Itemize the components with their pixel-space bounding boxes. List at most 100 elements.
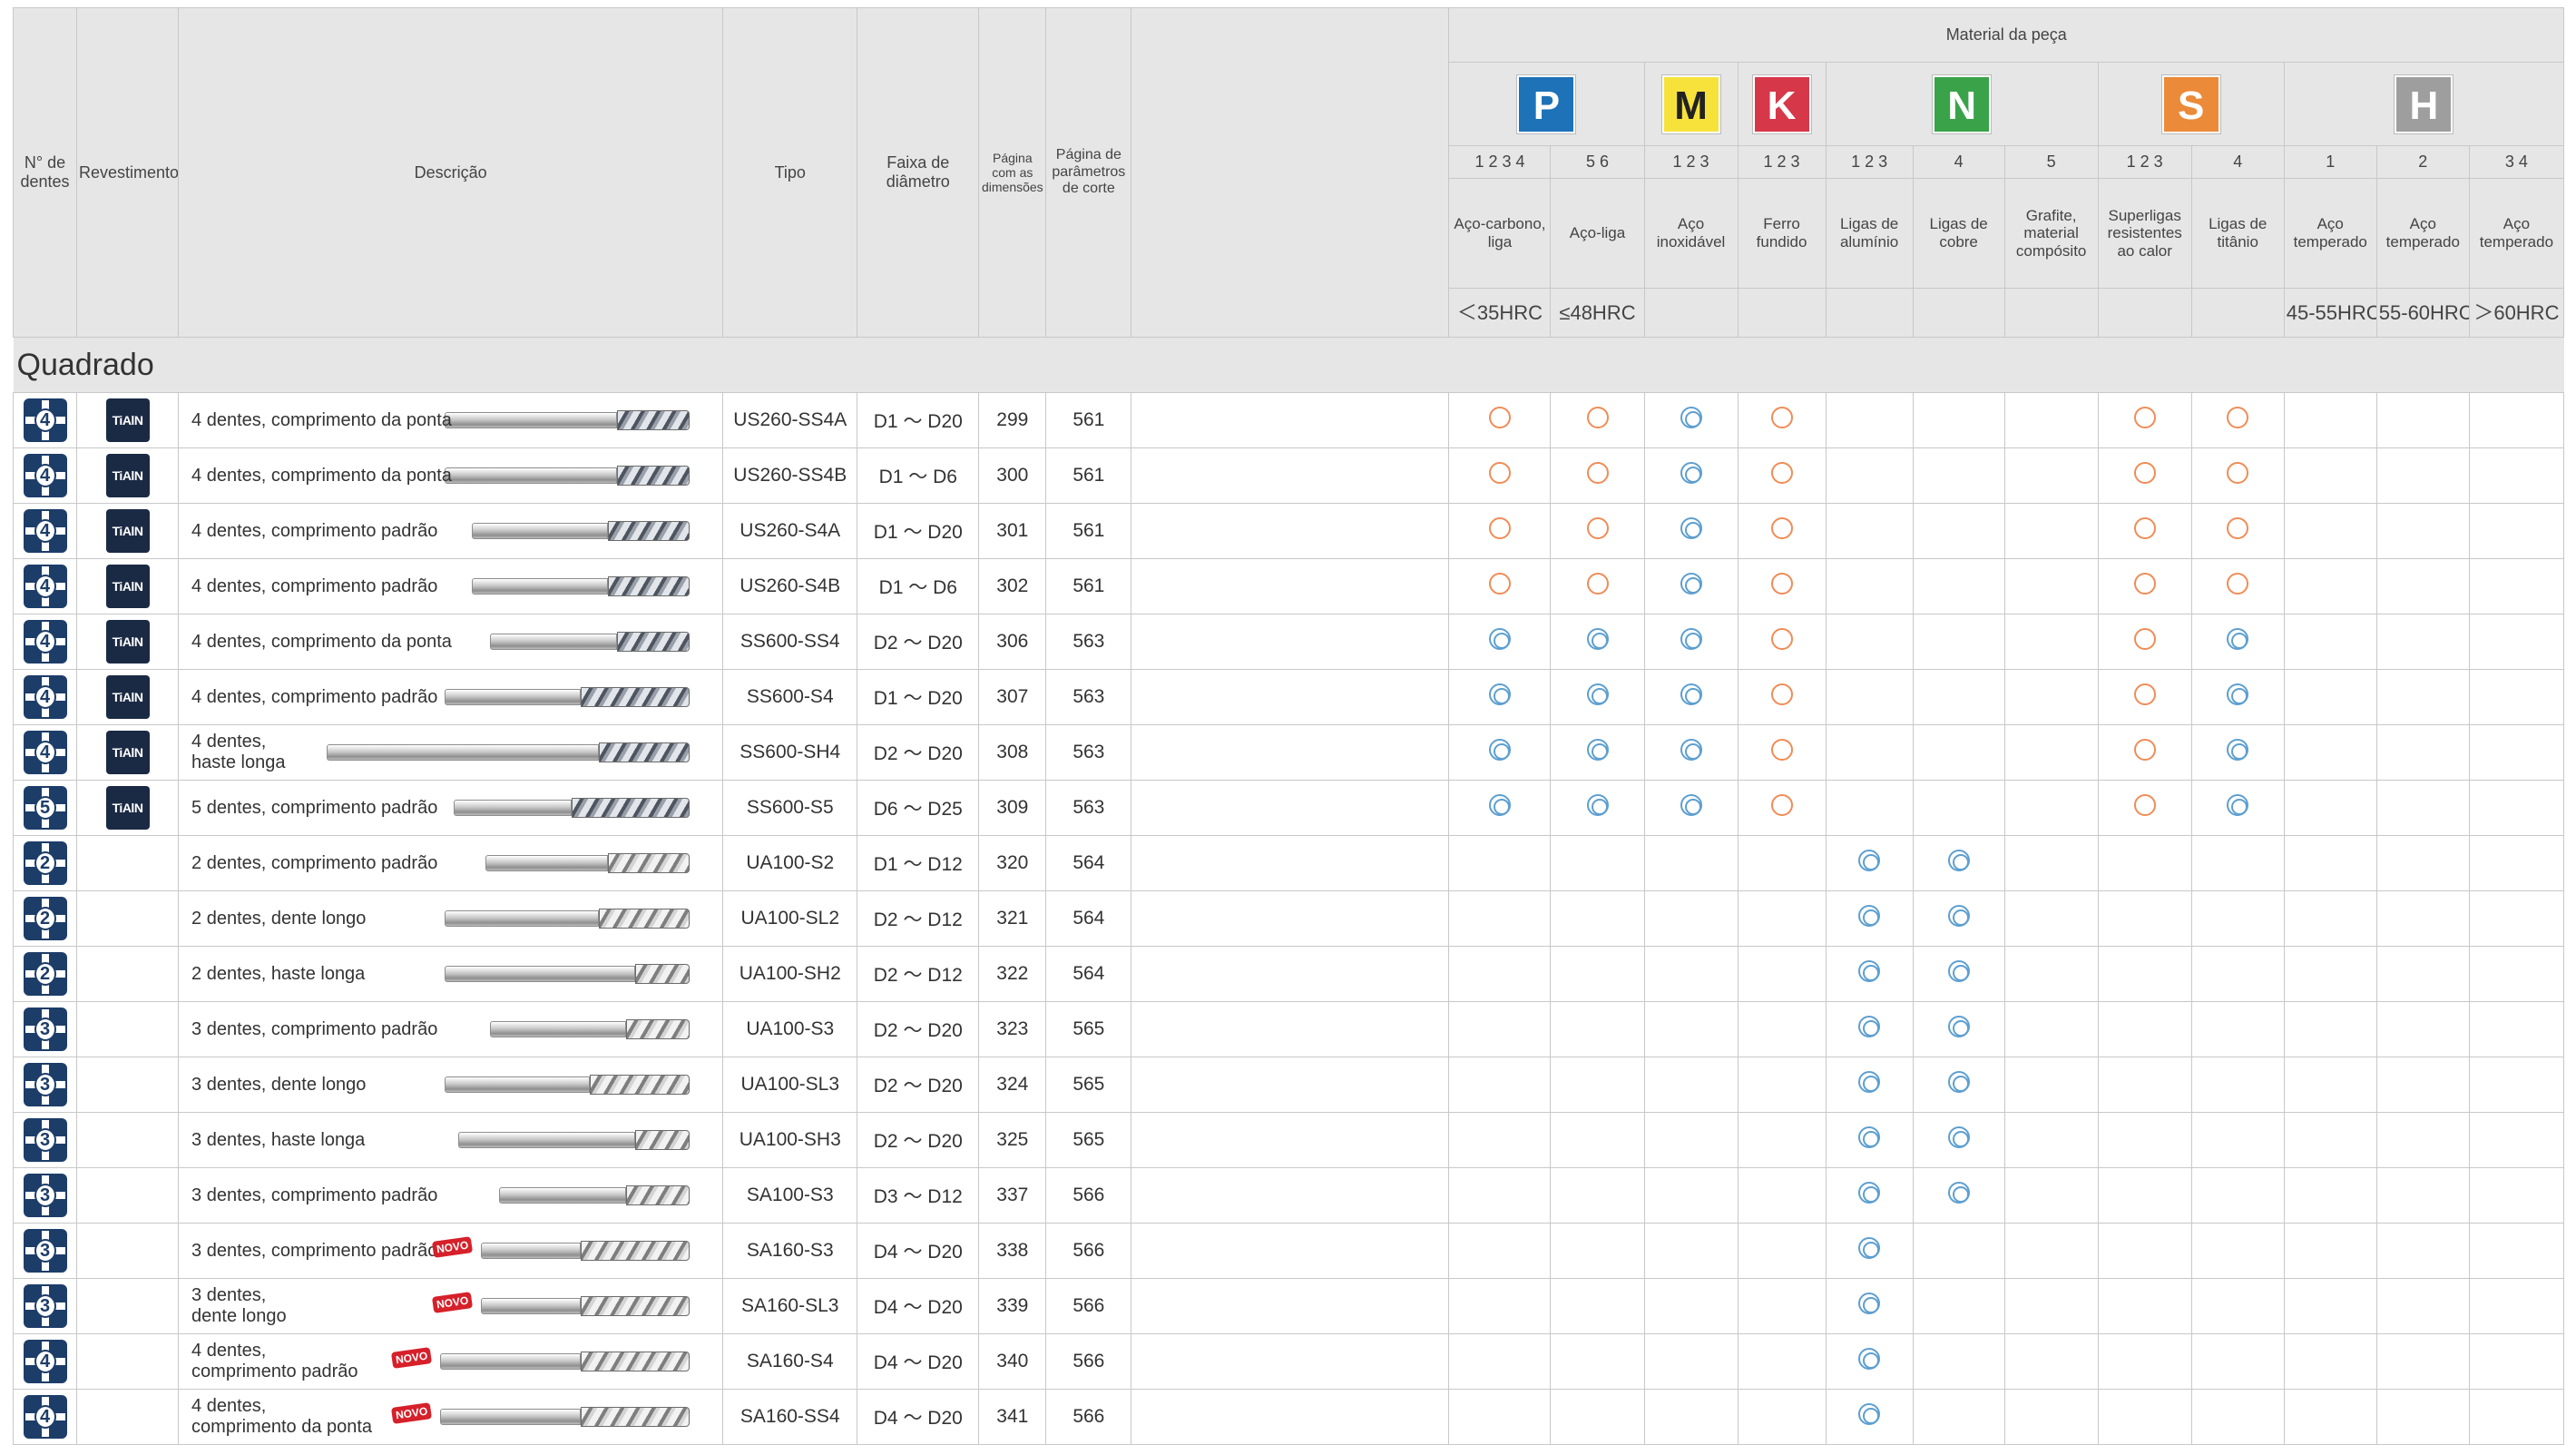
suitability-cell	[2097, 1389, 2192, 1445]
blank-cell	[1131, 1001, 1450, 1057]
teeth-count-icon: 2	[23, 841, 67, 885]
double-circle-icon	[2227, 794, 2249, 816]
table-row: 33 dentes, comprimento padrão NOVO SA160-S…	[12, 1223, 2565, 1279]
suitability-cell	[2097, 780, 2192, 836]
coating-cell	[76, 835, 180, 891]
subgroup-number: 5 6	[1550, 145, 1645, 179]
type-cell: UA100-SL2	[722, 890, 858, 947]
hardness-value	[1737, 288, 1827, 338]
suitability-cell	[1643, 946, 1739, 1002]
suitability-cell	[2097, 503, 2192, 559]
blank-cell	[1131, 1278, 1450, 1334]
iso-badge-m: M	[1661, 74, 1720, 133]
page-dimensions-cell: 301	[978, 503, 1047, 559]
suitability-cell	[1643, 780, 1739, 836]
tool-flute	[581, 1296, 691, 1316]
teeth-cell: 2	[12, 835, 78, 891]
double-circle-icon	[1858, 960, 1881, 982]
hardness-value: ＜35HRC	[1448, 288, 1552, 338]
description-cell: 3 dentes, comprimento padrão NOVO	[178, 1223, 724, 1279]
type-cell: UA100-SH3	[722, 1112, 858, 1168]
page-dimensions-cell: 338	[978, 1223, 1047, 1279]
teeth-count: 2	[34, 962, 56, 986]
description-content: 4 dentes, comprimento da ponta	[191, 449, 722, 502]
suitability-cell	[1643, 503, 1739, 559]
suitability-cell	[1643, 669, 1739, 725]
tool-shank	[440, 1409, 582, 1425]
description-text: 4 dentes, comprimento padrão	[191, 520, 438, 541]
suitability-cell	[1825, 614, 1914, 670]
suitability-cell	[2190, 1057, 2285, 1113]
suitability-cell	[1550, 1389, 1645, 1445]
tialn-badge: TiAlN	[105, 509, 150, 553]
double-circle-icon	[1947, 960, 1970, 982]
suitability-cell	[1550, 1057, 1645, 1113]
end-mill-image	[440, 1405, 691, 1429]
suitability-cell	[2003, 447, 2099, 504]
material-name: Aço inoxidável	[1643, 178, 1739, 289]
subgroup-number: 1 2 3	[1643, 145, 1739, 179]
diameter-range-cell: D3 ～ D12	[857, 1167, 980, 1224]
table-row: 4 4 dentes, comprimento padrão NOVO SA160-S…	[12, 1333, 2565, 1390]
header-type: Tipo	[722, 7, 858, 338]
page-cutting-cell: 566	[1045, 1333, 1132, 1390]
type-cell: SA160-S4	[722, 1333, 858, 1390]
description-cell: 4 dentes, comprimento padrão	[178, 669, 724, 725]
subgroup-number: 2	[2375, 145, 2470, 179]
diameter-range-cell: D4 ～ D20	[857, 1223, 980, 1279]
circle-icon	[2133, 794, 2156, 816]
tool-flute	[572, 798, 691, 818]
table-row: 4 TiAlN 4 dentes, haste longa SS600-SH4 D2 ～…	[12, 724, 2565, 781]
end-mill-image	[445, 962, 691, 986]
suitability-cell	[2468, 503, 2565, 559]
tool-shank	[445, 689, 582, 705]
circle-icon	[1488, 573, 1511, 595]
subgroup-number: 4	[1912, 145, 2005, 179]
table-row: 2 2 dentes, haste longa UA100-SH2 D2 ～ D12 3…	[12, 946, 2565, 1002]
coating-cell: TiAlN	[76, 669, 180, 725]
suitability-cell	[1550, 503, 1645, 559]
coating-cell	[76, 1001, 180, 1057]
coating-cell	[76, 1333, 180, 1390]
description-cell: 5 dentes, comprimento padrão	[178, 780, 724, 836]
circle-icon	[1770, 573, 1793, 595]
page-dimensions-cell: 300	[978, 447, 1047, 504]
page-dimensions-cell: 324	[978, 1057, 1047, 1113]
suitability-cell	[1448, 724, 1552, 781]
table-body: Quadrado 4 TiAlN 4 dentes, comprimento da …	[12, 337, 2565, 1445]
description-text: 2 dentes, haste longa	[191, 963, 366, 984]
suitability-cell	[1737, 1278, 1827, 1334]
tool-flute	[626, 1185, 691, 1205]
suitability-cell	[2283, 946, 2377, 1002]
table-row: 4 TiAlN 4 dentes, comprimento padrão SS600-…	[12, 669, 2565, 725]
suitability-cell	[2190, 392, 2285, 448]
circle-icon	[1488, 517, 1511, 539]
description-content: 3 dentes, dente longo NOVO	[191, 1280, 722, 1332]
teeth-count: 2	[34, 907, 56, 930]
suitability-cell	[2003, 1223, 2099, 1279]
circle-icon	[1770, 517, 1793, 539]
subgroup-number: 4	[2190, 145, 2285, 179]
hardness-value: 55-60HRC	[2375, 288, 2470, 338]
diameter-range-cell: D2 ～ D20	[857, 1001, 980, 1057]
suitability-cell	[1550, 835, 1645, 891]
teeth-count: 4	[34, 464, 56, 487]
suitability-cell	[1737, 724, 1827, 781]
suitability-cell	[1737, 558, 1827, 614]
suitability-cell	[1825, 1167, 1914, 1224]
teeth-count: 3	[34, 1184, 56, 1207]
header-blank	[1131, 7, 1450, 338]
description-text: 4 dentes, comprimento da ponta	[191, 409, 452, 430]
end-mill-image	[445, 685, 691, 709]
suitability-cell	[1912, 1278, 2005, 1334]
tialn-badge: TiAlN	[105, 786, 150, 830]
suitability-cell	[1825, 1057, 1914, 1113]
suitability-cell	[1737, 890, 1827, 947]
tool-shank	[490, 634, 618, 650]
circle-icon	[2133, 628, 2156, 650]
description-cell: 4 dentes, comprimento da ponta	[178, 447, 724, 504]
suitability-cell	[2003, 558, 2099, 614]
suitability-cell	[2097, 890, 2192, 947]
tool-shank	[327, 744, 600, 761]
blank-cell	[1131, 724, 1450, 781]
